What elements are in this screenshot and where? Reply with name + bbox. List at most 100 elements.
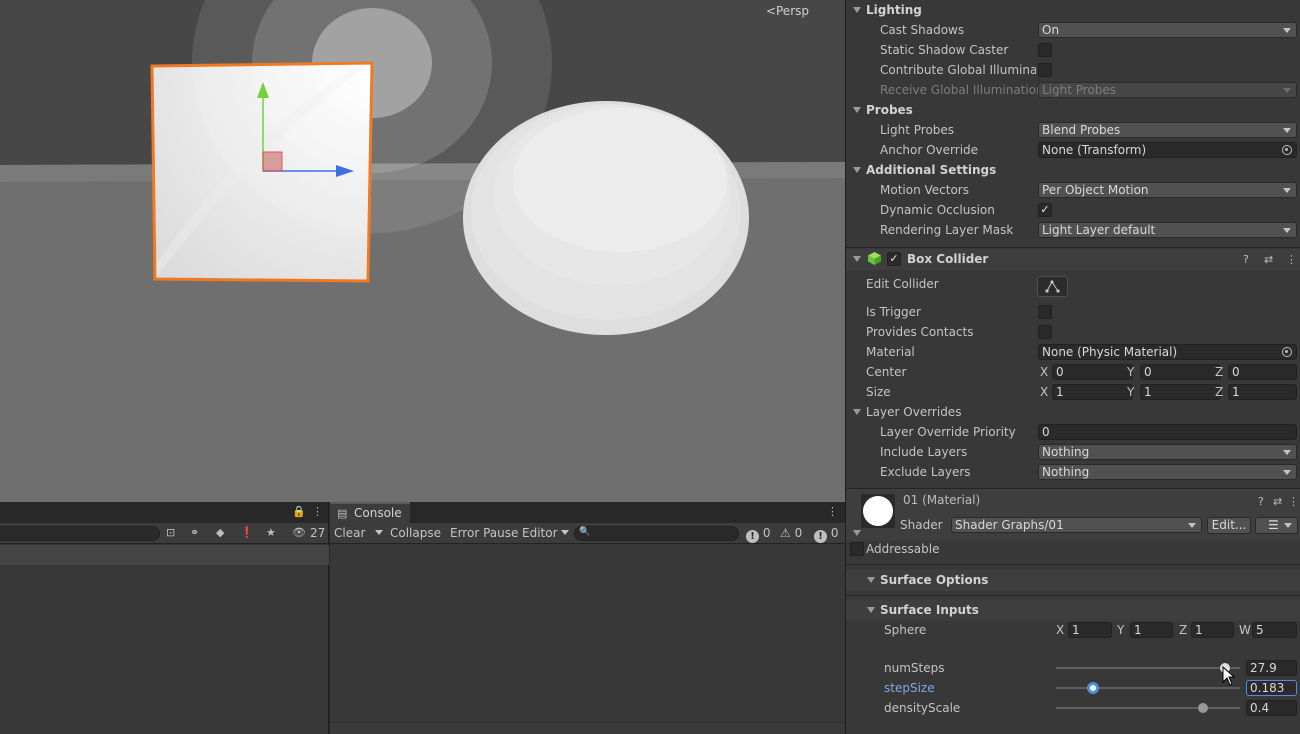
sphere-w-field[interactable]: 5 (1252, 622, 1297, 638)
divider (846, 564, 1300, 565)
project-toolbar: ⊡ ⚭ ◆ ❗ ★ 👁 27 (0, 523, 328, 544)
sphere-y-field[interactable]: 1 (1130, 622, 1173, 638)
cast-shadows-dropdown[interactable]: On (1038, 22, 1297, 38)
chevron-down-icon (1283, 228, 1291, 233)
step-size-slider[interactable] (1056, 687, 1240, 689)
size-z-field[interactable]: 1 (1228, 384, 1297, 400)
physic-material-field[interactable]: None (Physic Material) (1038, 344, 1297, 360)
surface-inputs-foldout[interactable]: Surface Inputs (846, 600, 1300, 621)
size-y-field[interactable]: 1 (1140, 384, 1221, 400)
persp-toggle[interactable]: <Persp (766, 4, 809, 18)
mouse-cursor-icon (1222, 666, 1236, 686)
addressable-checkbox[interactable] (850, 542, 864, 556)
presets-icon[interactable]: ⇄ (1273, 495, 1282, 508)
scene-view[interactable]: <Persp (0, 0, 845, 502)
bottom-panels: 🔒 ⋮ ⊡ ⚭ ◆ ❗ ★ 👁 27 ▤ Console ⋮ Clear Col… (0, 502, 845, 734)
probes-foldout[interactable]: Probes (846, 100, 1300, 120)
help-icon[interactable]: ? (1258, 495, 1264, 508)
contribute-gi-checkbox[interactable] (1038, 63, 1052, 77)
chevron-down-icon (1283, 28, 1291, 33)
center-row: Center X 0 Y 0 Z 0 (846, 362, 1300, 382)
size-x-field[interactable]: 1 (1052, 384, 1133, 400)
rendering-layer-dropdown[interactable]: Light Layer default (1038, 222, 1297, 238)
center-z-field[interactable]: 0 (1228, 364, 1297, 380)
num-steps-field[interactable]: 27.9 (1246, 660, 1297, 676)
chevron-down-icon (560, 530, 569, 535)
lock-icon[interactable]: 🔒 (292, 505, 306, 518)
additional-settings-foldout[interactable]: Additional Settings (846, 160, 1300, 180)
project-row[interactable] (0, 545, 329, 565)
light-probes-dropdown[interactable]: Blend Probes (1038, 122, 1297, 138)
dynamic-occlusion-checkbox[interactable]: ✓ (1038, 203, 1052, 217)
foldout-arrow-icon (853, 409, 861, 415)
editor-dropdown[interactable]: Editor (518, 523, 573, 544)
edit-shader-button[interactable]: Edit... (1207, 517, 1251, 534)
error-toggle[interactable]: ! 0 (814, 525, 838, 543)
error-icon: ! (814, 530, 827, 543)
star-icon[interactable]: ★ (266, 526, 276, 539)
shader-dropdown[interactable]: Shader Graphs/01 (951, 517, 1202, 533)
shader-options-dropdown[interactable]: ☰ (1255, 517, 1298, 534)
is-trigger-checkbox[interactable] (1038, 305, 1052, 319)
clear-button[interactable]: Clear (330, 523, 387, 544)
exclude-layers-dropdown[interactable]: Nothing (1038, 464, 1297, 480)
eye-icon[interactable]: 👁 (292, 526, 306, 539)
component-menu-icon[interactable]: ⋮ (1286, 250, 1297, 270)
chevron-down-icon (375, 530, 384, 535)
collapse-button[interactable]: Collapse (386, 523, 445, 544)
lighting-foldout[interactable]: Lighting (846, 0, 1300, 20)
include-layers-dropdown[interactable]: Nothing (1038, 444, 1297, 460)
static-shadow-checkbox[interactable] (1038, 43, 1052, 57)
motion-vectors-dropdown[interactable]: Per Object Motion (1038, 182, 1297, 198)
step-size-field[interactable]: 0.183 (1246, 680, 1297, 696)
center-y-field[interactable]: 0 (1140, 364, 1221, 380)
tab-console[interactable]: ▤ Console (330, 502, 410, 523)
console-menu-icon[interactable]: ⋮ (827, 505, 838, 518)
material-header: 01 (Material) ? ⇄ ⋮ Shader Shader Graphs… (846, 489, 1300, 541)
console-search-input[interactable]: 🔍 (574, 526, 739, 541)
project-search-input[interactable] (0, 526, 160, 541)
foldout-arrow-icon (853, 107, 861, 113)
sphere-x-field[interactable]: 1 (1068, 622, 1112, 638)
warning-toggle[interactable]: ⚠ 0 (780, 525, 802, 542)
light-probes-row: Light Probes Blend Probes (846, 120, 1300, 140)
chevron-down-icon (1283, 188, 1291, 193)
center-x-field[interactable]: 0 (1052, 364, 1133, 380)
edit-collider-button[interactable] (1037, 276, 1068, 297)
foldout-arrow-icon (853, 256, 861, 262)
box-collider-header[interactable]: ✓ Box Collider ? ⇄ ⋮ (846, 249, 1300, 270)
num-steps-slider[interactable] (1056, 667, 1240, 669)
surface-options-foldout[interactable]: Surface Options (846, 570, 1300, 591)
sphere-object[interactable] (463, 101, 749, 335)
chevron-down-icon (1284, 523, 1292, 528)
edit-collider-row: Edit Collider (846, 274, 1300, 298)
label-icon[interactable]: ◆ (216, 526, 224, 539)
filter-icon[interactable]: ⚭ (190, 526, 199, 539)
provides-contacts-checkbox[interactable] (1038, 325, 1052, 339)
box-collider-enabled-checkbox[interactable]: ✓ (887, 252, 901, 266)
layer-overrides-foldout[interactable]: Layer Overrides (846, 402, 1300, 422)
density-scale-slider[interactable] (1056, 707, 1240, 709)
foldout-arrow-icon (867, 577, 875, 583)
console-icon: ▤ (337, 507, 348, 520)
rendering-layer-row: Rendering Layer Mask Light Layer default (846, 220, 1300, 240)
panel-menu-icon[interactable]: ⋮ (312, 505, 323, 518)
density-scale-field[interactable]: 0.4 (1246, 700, 1297, 716)
scene-canvas[interactable] (0, 0, 845, 502)
foldout-arrow-icon[interactable] (853, 530, 861, 536)
help-icon[interactable]: ? (1243, 250, 1249, 270)
step-size-slider-handle[interactable] (1086, 682, 1099, 694)
density-scale-slider-handle[interactable] (1198, 703, 1209, 713)
alert-icon[interactable]: ❗ (240, 526, 254, 539)
component-menu-icon[interactable]: ⋮ (1288, 495, 1299, 508)
material-row: Material None (Physic Material) (846, 342, 1300, 362)
layer-priority-field[interactable]: 0 (1038, 424, 1297, 440)
anchor-override-field[interactable]: None (Transform) (1038, 142, 1297, 158)
sphere-z-field[interactable]: 1 (1191, 622, 1234, 638)
info-toggle[interactable]: ! 0 (746, 525, 770, 543)
chevron-down-icon (1283, 128, 1291, 133)
provides-contacts-row: Provides Contacts (846, 322, 1300, 342)
search-by-type-icon[interactable]: ⊡ (166, 526, 175, 539)
presets-icon[interactable]: ⇄ (1264, 250, 1273, 270)
error-pause-button[interactable]: Error Pause (446, 523, 522, 544)
